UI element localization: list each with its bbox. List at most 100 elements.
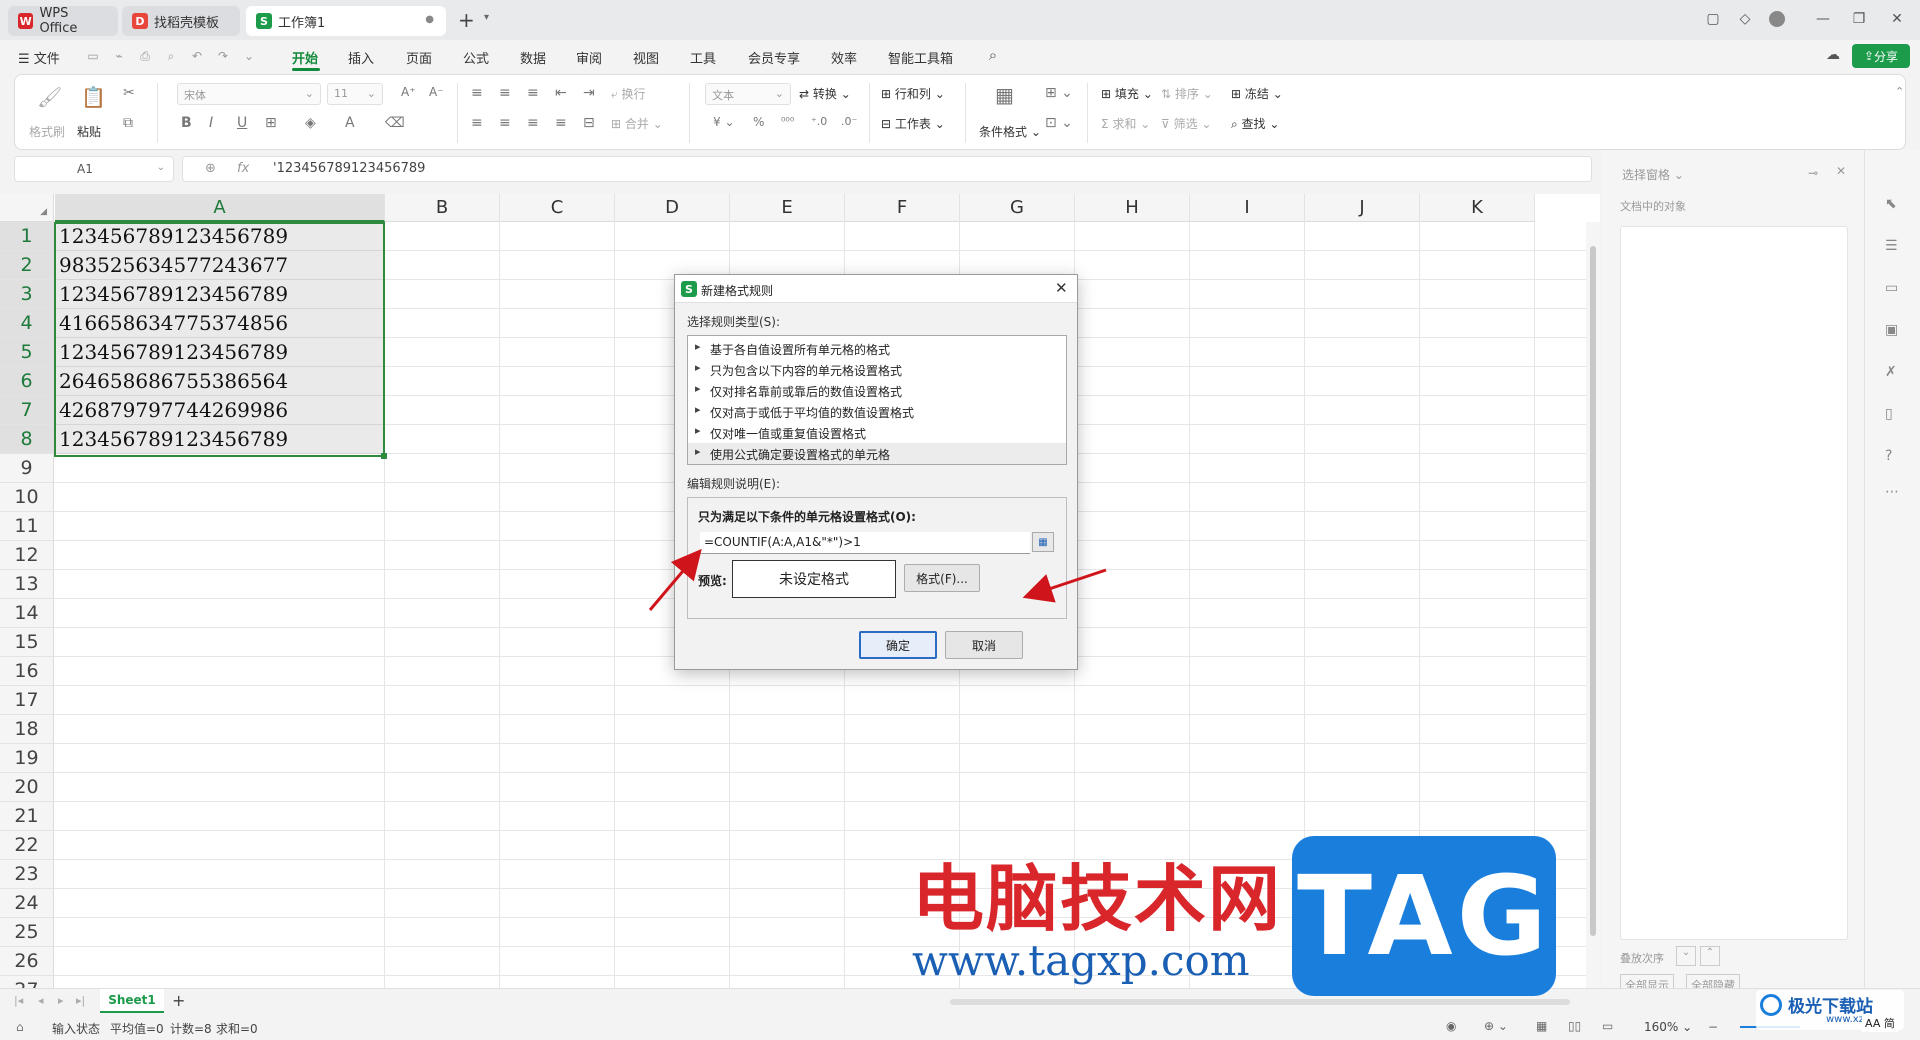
chevron-down-icon[interactable]: ⌄ [157, 162, 165, 173]
print-icon[interactable]: ⎙ [138, 49, 152, 63]
formula-bar[interactable]: ⊕ fx '123456789123456789 [182, 156, 1592, 182]
sum-button[interactable]: Σ 求和 ⌄ [1101, 115, 1150, 132]
worksheet-button[interactable]: ⊟ 工作表 ⌄ [881, 115, 945, 132]
print-preview-icon[interactable]: ⌕ [164, 49, 178, 63]
row-col-button[interactable]: ⊞ 行和列 ⌄ [881, 85, 945, 102]
percent-icon[interactable]: % [753, 115, 764, 129]
language-toggle[interactable]: AA 简 [1862, 1014, 1898, 1032]
restore-icon[interactable]: ❐ [1848, 8, 1870, 30]
column-header-b[interactable]: B [385, 194, 500, 222]
font-color-icon[interactable]: A [345, 115, 355, 131]
rule-type-item[interactable]: 只为包含以下内容的单元格设置格式 [688, 359, 1066, 380]
row-header-10[interactable]: 10 [0, 483, 54, 512]
save-icon[interactable]: ▭ [86, 49, 100, 63]
cube-icon[interactable]: ◇ [1734, 8, 1756, 30]
menu-data[interactable]: 数据 [520, 48, 546, 67]
thousands-icon[interactable]: ⁰⁰⁰ [781, 115, 794, 128]
chat-icon[interactable]: ▭ [1885, 280, 1898, 296]
book-icon[interactable]: ▯ [1885, 406, 1893, 422]
minimize-icon[interactable]: — [1812, 8, 1834, 30]
merge-button[interactable]: ⊞ 合并 ⌄ [611, 115, 663, 132]
undo-icon[interactable]: ↶ [190, 49, 204, 63]
decrease-font-icon[interactable]: A⁻ [429, 85, 444, 99]
number-format-select[interactable]: 文本 ⌄ [705, 83, 791, 105]
font-size-select[interactable]: 11 ⌄ [327, 83, 383, 105]
fill-color-icon[interactable]: ◈ [305, 115, 316, 131]
cut-icon[interactable]: ✂ [123, 85, 135, 101]
vertical-scrollbar[interactable] [1586, 222, 1600, 988]
row-header-22[interactable]: 22 [0, 831, 54, 860]
cell-a1[interactable]: 123456789123456789 [55, 222, 384, 251]
menu-smart-toolbox[interactable]: 智能工具箱 [888, 48, 953, 67]
column-header-d[interactable]: D [615, 194, 730, 222]
row-header-16[interactable]: 16 [0, 657, 54, 686]
row-header-18[interactable]: 18 [0, 715, 54, 744]
row-header-21[interactable]: 21 [0, 802, 54, 831]
fill-handle[interactable] [381, 453, 387, 459]
tab-wps-office[interactable]: W WPS Office [8, 6, 118, 36]
menu-efficiency[interactable]: 效率 [831, 48, 857, 67]
row-header-26[interactable]: 26 [0, 947, 54, 976]
fx-icon[interactable]: fx [237, 161, 249, 176]
column-header-g[interactable]: G [960, 194, 1075, 222]
help-icon[interactable]: ? [1885, 448, 1892, 464]
menu-insert[interactable]: 插入 [348, 48, 374, 67]
cell-a4[interactable]: 416658634775374856 [55, 309, 384, 338]
add-sheet-button[interactable]: + [172, 991, 185, 1010]
sheet-tab-sheet1[interactable]: Sheet1 [100, 989, 164, 1013]
cell-a5[interactable]: 123456789123456789 [55, 338, 384, 367]
row-header-3[interactable]: 3 [0, 280, 54, 309]
cell-a2[interactable]: 983525634577243677 [55, 251, 384, 280]
find-button[interactable]: ⌕ 查找 ⌄ [1231, 115, 1279, 132]
horizontal-scrollbar[interactable] [950, 999, 1570, 1005]
freeze-button[interactable]: ⊞ 冻结 ⌄ [1231, 85, 1283, 102]
name-box[interactable]: A1 ⌄ [14, 156, 174, 182]
last-sheet-icon[interactable]: ▸| [76, 994, 85, 1007]
tab-docer[interactable]: D 找稻壳模板 [122, 6, 240, 36]
convert-button[interactable]: ⇄ 转换 ⌄ [799, 85, 851, 102]
column-header-k[interactable]: K [1420, 194, 1535, 222]
row-header-24[interactable]: 24 [0, 889, 54, 918]
column-header-h[interactable]: H [1075, 194, 1190, 222]
cloud-icon[interactable]: ☁ [1826, 47, 1840, 63]
decrease-decimal-icon[interactable]: .0⁻ [841, 115, 857, 128]
menu-home[interactable]: 开始 [292, 48, 318, 67]
sliders-icon[interactable]: ☰ [1885, 238, 1898, 254]
row-header-1[interactable]: 1 [0, 222, 54, 251]
row-header-7[interactable]: 7 [0, 396, 54, 425]
align-middle-icon[interactable]: ≡ [499, 85, 511, 101]
move-down-icon[interactable]: ⌄ [1676, 946, 1696, 966]
search-icon[interactable]: ⌕ [986, 46, 1000, 64]
clear-format-icon[interactable]: ⌫ [385, 115, 405, 131]
align-right-icon[interactable]: ≡ [527, 115, 539, 131]
menu-formula[interactable]: 公式 [463, 48, 489, 67]
page-break-icon[interactable]: ▭ [1602, 1019, 1613, 1033]
fill-button[interactable]: ⊞ 填充 ⌄ [1101, 85, 1153, 102]
format-painter-button[interactable]: 格式刷 [29, 123, 65, 140]
currency-icon[interactable]: ¥ ⌄ [713, 115, 735, 129]
row-header-5[interactable]: 5 [0, 338, 54, 367]
rule-type-list[interactable]: 基于各自值设置所有单元格的格式只为包含以下内容的单元格设置格式仅对排名靠前或靠后… [687, 335, 1067, 465]
eye-icon[interactable]: ◉ [1446, 1019, 1456, 1033]
filter-button[interactable]: ⊽ 筛选 ⌄ [1161, 115, 1212, 132]
chevron-down-icon[interactable]: ⌄ [242, 49, 256, 63]
align-bottom-icon[interactable]: ≡ [527, 85, 539, 101]
more-icon[interactable]: ⋯ [1885, 484, 1899, 500]
menu-page[interactable]: 页面 [406, 48, 432, 67]
row-header-12[interactable]: 12 [0, 541, 54, 570]
row-header-13[interactable]: 13 [0, 570, 54, 599]
select-all-corner[interactable]: ◢ [0, 194, 54, 222]
close-icon[interactable]: ✕ [1836, 164, 1846, 178]
align-left-icon[interactable]: ≡ [471, 115, 483, 131]
align-center-icon[interactable]: ≡ [499, 115, 511, 131]
italic-icon[interactable]: I [209, 115, 213, 131]
rule-type-item[interactable]: 仅对高于或低于平均值的数值设置格式 [688, 401, 1066, 422]
column-header-i[interactable]: I [1190, 194, 1305, 222]
cell-a6[interactable]: 264658686755386564 [55, 367, 384, 396]
page-layout-icon[interactable]: ▯▯ [1568, 1019, 1581, 1033]
increase-font-icon[interactable]: A⁺ [401, 85, 416, 99]
align-top-icon[interactable]: ≡ [471, 85, 483, 101]
row-header-6[interactable]: 6 [0, 367, 54, 396]
justify-icon[interactable]: ≡ [555, 115, 567, 131]
increase-decimal-icon[interactable]: ⁺.0 [811, 115, 827, 128]
